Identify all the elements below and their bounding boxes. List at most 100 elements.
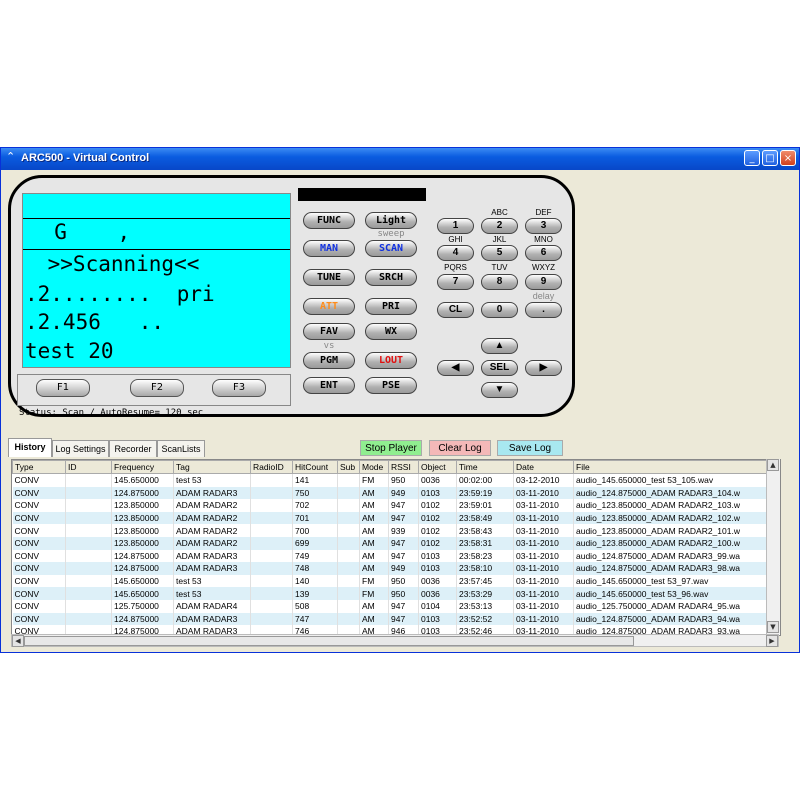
key-4[interactable]: 4 — [437, 245, 474, 261]
history-table-container[interactable]: Type ID Frequency Tag RadioID HitCount Sub Mode… — [11, 459, 781, 636]
table-row[interactable]: CONV 145.650000 test 53 140 FM 950 0036 23:57:4… — [12, 574, 768, 588]
ent-button[interactable]: ENT — [303, 377, 355, 394]
column-header[interactable]: Tag — [173, 460, 251, 474]
pse-button[interactable]: PSE — [365, 377, 417, 394]
up-arrow-button[interactable]: ▲ — [481, 338, 518, 354]
maximize-button[interactable]: □ — [762, 150, 778, 166]
scroll-right-icon[interactable]: ▶ — [766, 635, 778, 647]
table-cell — [65, 486, 112, 500]
table-cell: audio_145.650000_test 53_97.wav — [573, 574, 768, 588]
column-header[interactable]: HitCount — [292, 460, 338, 474]
table-cell: 0036 — [418, 587, 457, 600]
column-header[interactable]: File — [573, 460, 768, 474]
table-cell: CONV — [12, 486, 66, 500]
table-cell: 700 — [292, 524, 338, 537]
table-row[interactable]: CONV 124.875000 ADAM RADAR3 749 AM 947 0103 23:… — [12, 549, 768, 563]
scroll-up-icon[interactable]: ▲ — [767, 459, 779, 471]
title-bar[interactable]: ⌃ ARC500 - Virtual Control _ □ × — [1, 148, 799, 170]
table-cell: CONV — [12, 599, 66, 613]
table-cell — [65, 549, 112, 563]
att-button[interactable]: ATT — [303, 298, 355, 315]
down-arrow-icon: ▼ — [494, 384, 505, 395]
table-cell: 749 — [292, 549, 338, 563]
scan-button[interactable]: SCAN — [365, 240, 417, 257]
table-row[interactable]: CONV 124.875000 ADAM RADAR3 748 AM 949 0103 23:… — [12, 562, 768, 575]
key-5[interactable]: 5 — [481, 245, 518, 261]
column-header[interactable]: Type — [12, 460, 66, 474]
table-cell — [250, 473, 293, 487]
table-cell: AM — [359, 499, 389, 512]
right-arrow-button[interactable]: ▶ — [525, 360, 562, 376]
table-cell: 03-11-2010 — [513, 549, 574, 563]
table-cell — [337, 549, 360, 563]
table-cell: 0103 — [418, 612, 457, 626]
func-button[interactable]: FUNC — [303, 212, 355, 229]
horizontal-scroll-thumb[interactable] — [24, 636, 634, 646]
table-row[interactable]: CONV 123.850000 ADAM RADAR2 699 AM 947 0102 23:… — [12, 536, 768, 550]
key-9[interactable]: 9 — [525, 274, 562, 290]
column-header[interactable]: Mode — [359, 460, 389, 474]
horizontal-scrollbar[interactable]: ◀ ▶ — [11, 634, 779, 647]
table-row[interactable]: CONV 125.750000 ADAM RADAR4 508 AM 947 0104 23:… — [12, 599, 768, 613]
f3-button[interactable]: F3 — [212, 379, 266, 397]
dot-key[interactable]: . — [525, 302, 562, 318]
man-button[interactable]: MAN — [303, 240, 355, 257]
vertical-scrollbar[interactable]: ▲ ▼ — [766, 459, 780, 634]
table-cell: ADAM RADAR2 — [173, 511, 251, 525]
light-button[interactable]: Light — [365, 212, 417, 229]
fav-button[interactable]: FAV — [303, 323, 355, 340]
table-row[interactable]: CONV 145.650000 test 53 141 FM 950 0036 00:02:0… — [12, 473, 768, 487]
f2-button[interactable]: F2 — [130, 379, 184, 397]
table-row[interactable]: CONV 123.850000 ADAM RADAR2 702 AM 947 0102 23:… — [12, 499, 768, 512]
column-header[interactable]: RadioID — [250, 460, 293, 474]
key-2[interactable]: 2 — [481, 218, 518, 234]
column-header[interactable]: RSSI — [388, 460, 419, 474]
key-6[interactable]: 6 — [525, 245, 562, 261]
key-3[interactable]: 3 — [525, 218, 562, 234]
table-cell: 950 — [388, 574, 419, 588]
column-header[interactable]: Time — [456, 460, 514, 474]
table-row[interactable]: CONV 124.875000 ADAM RADAR3 750 AM 949 0103 23:… — [12, 486, 768, 500]
tab-recorder[interactable]: Recorder — [109, 440, 157, 457]
key-7[interactable]: 7 — [437, 274, 474, 290]
table-cell: ADAM RADAR2 — [173, 536, 251, 550]
pri-button[interactable]: PRI — [365, 298, 417, 315]
select-button[interactable]: SEL — [481, 360, 518, 376]
clear-key[interactable]: CL — [437, 302, 474, 318]
down-arrow-button[interactable]: ▼ — [481, 382, 518, 398]
save-log-button[interactable]: Save Log — [497, 440, 563, 456]
clear-log-button[interactable]: Clear Log — [429, 440, 491, 456]
column-header[interactable]: Frequency — [111, 460, 174, 474]
pgm-button[interactable]: PGM — [303, 352, 355, 369]
srch-button[interactable]: SRCH — [365, 269, 417, 286]
left-arrow-button[interactable]: ◀ — [437, 360, 474, 376]
column-header[interactable]: Date — [513, 460, 574, 474]
table-cell — [250, 486, 293, 500]
key-8[interactable]: 8 — [481, 274, 518, 290]
minimize-button[interactable]: _ — [744, 150, 760, 166]
key-1[interactable]: 1 — [437, 218, 474, 234]
scroll-down-icon[interactable]: ▼ — [767, 621, 779, 633]
column-header[interactable]: Object — [418, 460, 457, 474]
tab-log-settings[interactable]: Log Settings — [52, 440, 109, 457]
tab-history[interactable]: History — [8, 438, 52, 457]
table-row[interactable]: CONV 145.650000 test 53 139 FM 950 0036 23:53:2… — [12, 587, 768, 600]
table-cell: 950 — [388, 473, 419, 487]
table-row[interactable]: CONV 123.850000 ADAM RADAR2 701 AM 947 0102 23:… — [12, 511, 768, 525]
column-header[interactable]: Sub — [337, 460, 360, 474]
lout-button[interactable]: LOUT — [365, 352, 417, 369]
table-cell: audio_123.850000_ADAM RADAR2_100.w — [573, 536, 768, 550]
close-button[interactable]: × — [780, 150, 796, 166]
f1-button[interactable]: F1 — [36, 379, 90, 397]
key-0[interactable]: 0 — [481, 302, 518, 318]
table-row[interactable]: CONV 124.875000 ADAM RADAR3 747 AM 947 0103 23:… — [12, 612, 768, 626]
wx-button[interactable]: WX — [365, 323, 417, 340]
tab-scanlists[interactable]: ScanLists — [157, 440, 205, 457]
tune-button[interactable]: TUNE — [303, 269, 355, 286]
table-row[interactable]: CONV 123.850000 ADAM RADAR2 700 AM 939 0102 23:… — [12, 524, 768, 537]
column-header[interactable]: ID — [65, 460, 112, 474]
table-cell: 701 — [292, 511, 338, 525]
stop-player-button[interactable]: Stop Player — [360, 440, 422, 456]
scroll-left-icon[interactable]: ◀ — [12, 635, 24, 647]
table-cell: 23:58:23 — [456, 549, 514, 563]
